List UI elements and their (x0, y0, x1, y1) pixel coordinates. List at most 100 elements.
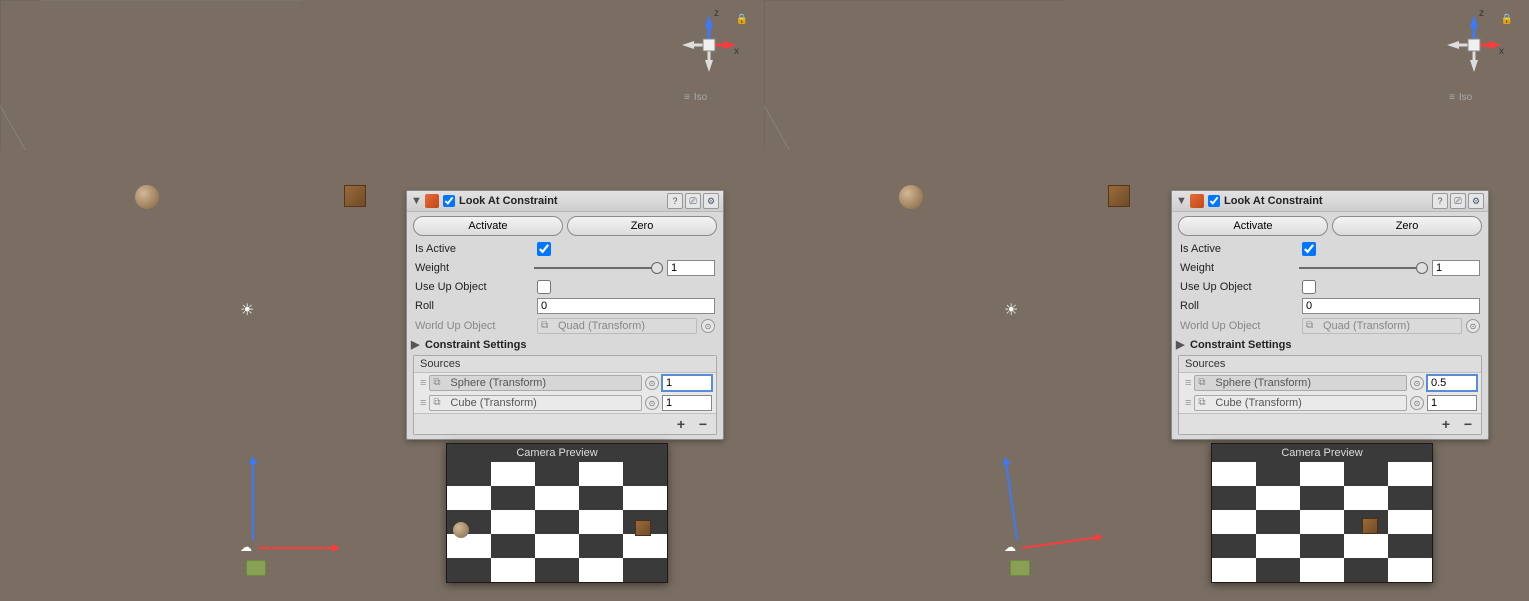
weight-field[interactable] (667, 260, 715, 276)
is-active-checkbox[interactable] (537, 242, 551, 256)
transform-arrow-right[interactable] (258, 547, 336, 549)
sources-list: Sources ≡ ⧉Sphere (Transform) ≡ ⧉Cube (T… (413, 355, 717, 435)
cube-object[interactable] (344, 185, 366, 207)
help-icon[interactable]: ? (667, 193, 683, 209)
sphere-object[interactable] (135, 185, 159, 209)
checker-floor (1212, 462, 1432, 582)
fold-arrow-icon[interactable]: ▼ (411, 195, 421, 207)
sources-header: Sources (414, 356, 716, 373)
drag-handle-icon[interactable]: ≡ (418, 397, 426, 409)
look-at-constraint-panel: ▼ Look At Constraint ? ⎚ ⚙ Activate Zero… (406, 190, 724, 440)
source-row[interactable]: ≡ ⧉Sphere (Transform) (414, 373, 716, 393)
component-enabled-checkbox[interactable] (1208, 195, 1220, 207)
activate-button[interactable]: Activate (413, 216, 563, 236)
is-active-label: Is Active (1180, 243, 1298, 255)
light-icon[interactable]: ☀ (240, 300, 254, 320)
activate-button[interactable]: Activate (1178, 216, 1328, 236)
preset-icon[interactable]: ⎚ (1450, 193, 1466, 209)
preset-icon[interactable]: ⎚ (685, 193, 701, 209)
drag-handle-icon[interactable]: ≡ (418, 377, 426, 389)
remove-source-button[interactable]: − (1459, 416, 1477, 432)
transform-icon: ⧉ (1198, 397, 1210, 409)
object-picker-icon[interactable] (701, 319, 715, 333)
zero-button[interactable]: Zero (567, 216, 717, 236)
scene-view-right[interactable]: 🔒 z x ≡Iso ☀ ☁ ▼ (764, 0, 1529, 601)
quad-object[interactable] (1010, 560, 1030, 576)
sources-list: Sources ≡ ⧉Sphere (Transform) ≡ ⧉Cube (T… (1178, 355, 1482, 435)
source-object-field[interactable]: ⧉Sphere (Transform) (429, 375, 642, 391)
source-weight-field[interactable] (662, 395, 712, 411)
object-picker-icon[interactable] (1410, 376, 1424, 390)
object-picker-icon[interactable] (645, 396, 659, 410)
transform-arrow-right[interactable] (1022, 536, 1100, 549)
lock-icon[interactable]: 🔒 (736, 14, 748, 25)
add-source-button[interactable]: + (672, 416, 690, 432)
look-at-constraint-panel: ▼ Look At Constraint ? ⎚ ⚙ Activate Zero… (1171, 190, 1489, 440)
sphere-object[interactable] (899, 185, 923, 209)
component-icon (1190, 194, 1204, 208)
help-icon[interactable]: ? (1432, 193, 1448, 209)
use-up-checkbox[interactable] (1302, 280, 1316, 294)
component-enabled-checkbox[interactable] (443, 195, 455, 207)
source-weight-field[interactable] (662, 375, 712, 391)
drag-handle-icon[interactable]: ≡ (1183, 377, 1191, 389)
roll-field[interactable] (1302, 298, 1480, 314)
source-weight-field[interactable] (1427, 375, 1477, 391)
add-source-button[interactable]: + (1437, 416, 1455, 432)
cube-object[interactable] (1108, 185, 1130, 207)
roll-field[interactable] (537, 298, 715, 314)
object-picker-icon[interactable] (645, 376, 659, 390)
camera-preview: Camera Preview (446, 443, 668, 583)
weight-slider[interactable] (1299, 261, 1428, 275)
gizmo-z-label: z (714, 8, 719, 19)
gear-icon[interactable]: ⚙ (1468, 193, 1484, 209)
quad-object[interactable] (246, 560, 266, 576)
remove-source-button[interactable]: − (694, 416, 712, 432)
source-row[interactable]: ≡ ⧉Cube (Transform) (414, 393, 716, 413)
weight-slider[interactable] (534, 261, 663, 275)
use-up-label: Use Up Object (415, 281, 533, 293)
zero-button[interactable]: Zero (1332, 216, 1482, 236)
world-up-field: ⧉Quad (Transform) (1302, 318, 1462, 334)
gizmo-iso-label[interactable]: ≡Iso (1449, 92, 1472, 103)
orientation-gizmo[interactable]: 🔒 z x ≡Iso (674, 10, 744, 100)
gizmo-x-label: x (734, 46, 739, 57)
source-weight-field[interactable] (1427, 395, 1477, 411)
preview-sphere (453, 522, 469, 538)
camera-icon[interactable]: ☁ (240, 540, 252, 554)
weight-field[interactable] (1432, 260, 1480, 276)
preview-cube (1362, 518, 1378, 534)
lock-icon[interactable]: 🔒 (1501, 14, 1513, 25)
source-object-field[interactable]: ⧉Sphere (Transform) (1194, 375, 1407, 391)
roll-label: Roll (415, 300, 533, 312)
source-object-field[interactable]: ⧉Cube (Transform) (429, 395, 642, 411)
drag-handle-icon[interactable]: ≡ (1183, 397, 1191, 409)
orientation-gizmo[interactable]: 🔒 z x ≡Iso (1439, 10, 1509, 100)
source-row[interactable]: ≡ ⧉Cube (Transform) (1179, 393, 1481, 413)
object-picker-icon[interactable] (1410, 396, 1424, 410)
gizmo-iso-label[interactable]: ≡Iso (684, 92, 707, 103)
gear-icon[interactable]: ⚙ (703, 193, 719, 209)
fold-arrow-icon[interactable]: ▼ (1176, 195, 1186, 207)
weight-label: Weight (1180, 262, 1295, 274)
constraint-settings-label: Constraint Settings (425, 339, 526, 351)
transform-arrow-up[interactable] (1005, 461, 1018, 540)
object-picker-icon[interactable] (1466, 319, 1480, 333)
source-object-field[interactable]: ⧉Cube (Transform) (1194, 395, 1407, 411)
component-icon (425, 194, 439, 208)
source-row[interactable]: ≡ ⧉Sphere (Transform) (1179, 373, 1481, 393)
camera-preview-title: Camera Preview (447, 444, 667, 462)
is-active-checkbox[interactable] (1302, 242, 1316, 256)
constraint-settings-foldout[interactable]: ▶ Constraint Settings (1172, 336, 1488, 353)
constraint-settings-foldout[interactable]: ▶ Constraint Settings (407, 336, 723, 353)
scene-view-left[interactable]: 🔒 z x ≡Iso ☀ ☁ ▼ (0, 0, 764, 601)
checker-floor (447, 462, 667, 582)
transform-icon: ⧉ (1198, 377, 1210, 389)
use-up-checkbox[interactable] (537, 280, 551, 294)
transform-icon: ⧉ (541, 320, 553, 332)
camera-icon[interactable]: ☁ (1004, 540, 1016, 554)
light-icon[interactable]: ☀ (1004, 300, 1018, 320)
is-active-label: Is Active (415, 243, 533, 255)
transform-icon: ⧉ (1306, 320, 1318, 332)
transform-arrow-up[interactable] (252, 460, 254, 540)
